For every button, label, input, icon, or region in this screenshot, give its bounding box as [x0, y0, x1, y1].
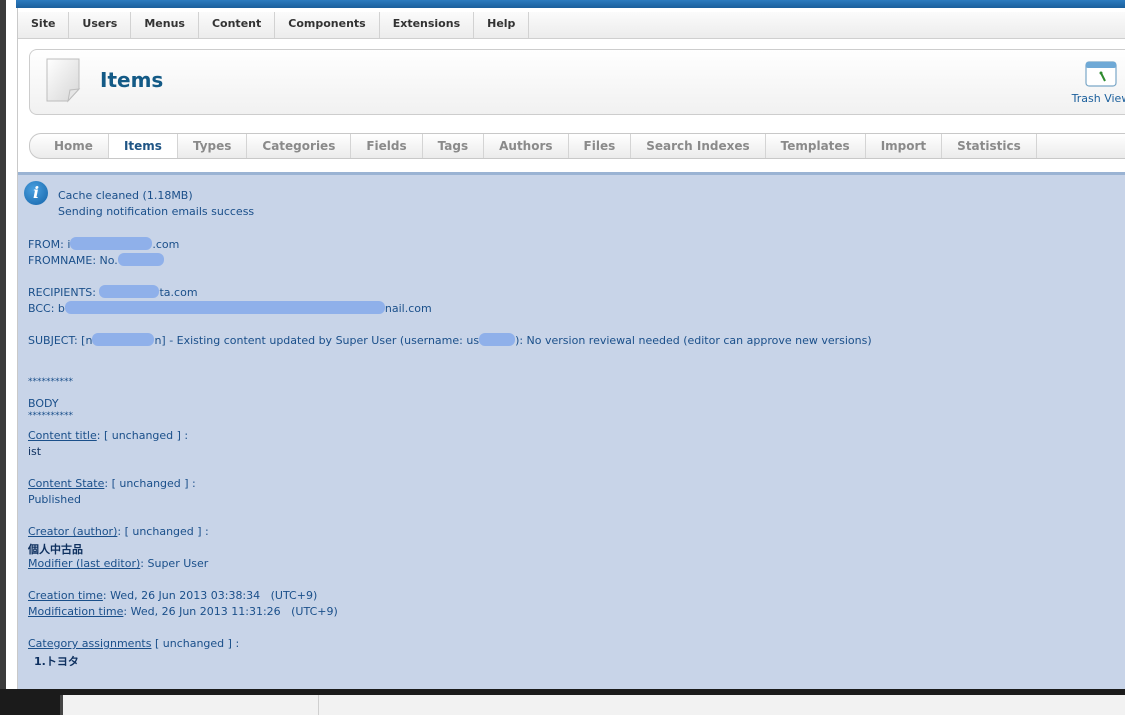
tab-home[interactable]: Home	[39, 134, 109, 158]
menu-components[interactable]: Components	[275, 12, 380, 38]
menu-users[interactable]: Users	[69, 12, 132, 38]
creator-status: : [ unchanged ] :	[117, 525, 209, 538]
background-pane	[60, 695, 1125, 715]
tab-import[interactable]: Import	[866, 134, 943, 158]
creation-time-value: : Wed, 26 Jun 2013 03:38:34 (UTC+9)	[102, 589, 318, 602]
fromname-line: FROMNAME: No.	[28, 253, 164, 267]
trash-view-label: Trash View	[1071, 92, 1125, 105]
top-menu-bar: Site Users Menus Content Components Exte…	[18, 12, 1125, 39]
content-state-status: : [ unchanged ] :	[104, 477, 196, 490]
fromname-label: FROMNAME:	[28, 254, 100, 267]
content-state-link[interactable]: Content State	[28, 477, 104, 490]
recipients-suffix: ta.com	[159, 286, 198, 299]
modification-time-line: Modification time: Wed, 26 Jun 2013 11:3…	[28, 605, 338, 618]
system-message-area: i Cache cleaned (1.18MB) Sending notific…	[18, 172, 1125, 689]
menu-help[interactable]: Help	[474, 12, 530, 38]
tab-tags[interactable]: Tags	[423, 134, 485, 158]
tab-authors[interactable]: Authors	[484, 134, 569, 158]
menu-site[interactable]: Site	[18, 12, 70, 38]
content-title-link[interactable]: Content title	[28, 429, 97, 442]
subject-open: [n	[81, 334, 93, 347]
from-suffix: .com	[152, 238, 180, 251]
fromname-prefix: No.	[99, 254, 118, 267]
menu-extensions[interactable]: Extensions	[380, 12, 475, 38]
browser-window: Site Users Menus Content Components Exte…	[6, 0, 1125, 689]
creation-time-line: Creation time: Wed, 26 Jun 2013 03:38:34…	[28, 589, 317, 602]
tab-items[interactable]: Items	[108, 134, 178, 158]
category-link[interactable]: Category assignments	[28, 637, 151, 650]
creator-link[interactable]: Creator (author)	[28, 525, 117, 538]
category-status: [ unchanged ] :	[151, 637, 240, 650]
content-state-line: Content State: [ unchanged ] :	[28, 477, 196, 490]
redacted-block	[99, 285, 160, 298]
component-tabs: Home Items Types Categories Fields Tags …	[29, 133, 1125, 159]
subject-end: ): No version reviewal needed (editor ca…	[515, 334, 872, 347]
notification-message: Sending notification emails success	[58, 205, 255, 218]
menu-content[interactable]: Content	[199, 12, 276, 38]
subject-line: SUBJECT: [n n] - Existing content updated…	[28, 333, 872, 347]
tab-categories[interactable]: Categories	[247, 134, 352, 158]
admin-page: Site Users Menus Content Components Exte…	[17, 8, 1125, 689]
redacted-block	[64, 301, 385, 314]
modifier-link[interactable]: Modifier (last editor)	[28, 557, 140, 570]
subject-middle: n] - Existing content updated by Super U…	[154, 334, 480, 347]
creator-line: Creator (author): [ unchanged ] :	[28, 525, 209, 538]
creation-time-link[interactable]: Creation time	[28, 589, 103, 602]
info-icon: i	[24, 181, 48, 205]
modifier-value: : Super User	[140, 557, 209, 570]
from-label: FROM:	[28, 238, 68, 251]
tab-fields[interactable]: Fields	[351, 134, 423, 158]
modification-time-link[interactable]: Modification time	[28, 605, 123, 618]
background-divider	[318, 695, 319, 715]
tab-types[interactable]: Types	[178, 134, 248, 158]
cache-message: Cache cleaned (1.18MB)	[58, 189, 193, 202]
bcc-suffix: nail.com	[384, 302, 432, 315]
content-title-value: ist	[28, 445, 42, 458]
title-box: Items Trash View	[29, 49, 1125, 115]
modification-time-value: : Wed, 26 Jun 2013 11:31:26 (UTC+9)	[123, 605, 338, 618]
body-heading: BODY	[28, 397, 59, 410]
top-blue-stripe	[16, 0, 1125, 8]
tab-search-indexes[interactable]: Search Indexes	[631, 134, 766, 158]
body-separator-top: **********	[28, 377, 73, 387]
content-title-line: Content title: [ unchanged ] :	[28, 429, 188, 442]
trash-view-button[interactable]: Trash View	[1071, 61, 1125, 105]
redacted-block	[479, 333, 516, 346]
recipients-line: RECIPIENTS: ta.com	[28, 285, 198, 299]
page-icon	[46, 58, 81, 103]
modifier-line: Modifier (last editor): Super User	[28, 557, 208, 570]
category-value: 1.トヨタ	[34, 655, 79, 668]
from-line: FROM: i .com	[28, 237, 179, 251]
creator-value: 個人中古品	[28, 543, 83, 556]
content-title-status: : [ unchanged ] :	[96, 429, 189, 442]
bcc-label: BCC:	[28, 302, 58, 315]
category-line: Category assignments [ unchanged ] :	[28, 637, 239, 650]
content-state-value: Published	[28, 493, 81, 506]
page-title: Items	[100, 68, 164, 92]
tab-statistics[interactable]: Statistics	[942, 134, 1037, 158]
recipients-label: RECIPIENTS:	[28, 286, 100, 299]
redacted-block	[117, 253, 164, 266]
trash-view-icon	[1085, 61, 1117, 87]
tab-templates[interactable]: Templates	[766, 134, 866, 158]
subject-label: SUBJECT:	[28, 334, 82, 347]
background-window	[0, 689, 1125, 715]
redacted-block	[70, 237, 153, 250]
body-separator-bottom: **********	[28, 411, 73, 421]
menu-menus[interactable]: Menus	[131, 12, 199, 38]
bcc-line: BCC: b nail.com	[28, 301, 432, 315]
tab-files[interactable]: Files	[569, 134, 632, 158]
bcc-prefix: b	[57, 302, 65, 315]
redacted-block	[92, 333, 155, 346]
